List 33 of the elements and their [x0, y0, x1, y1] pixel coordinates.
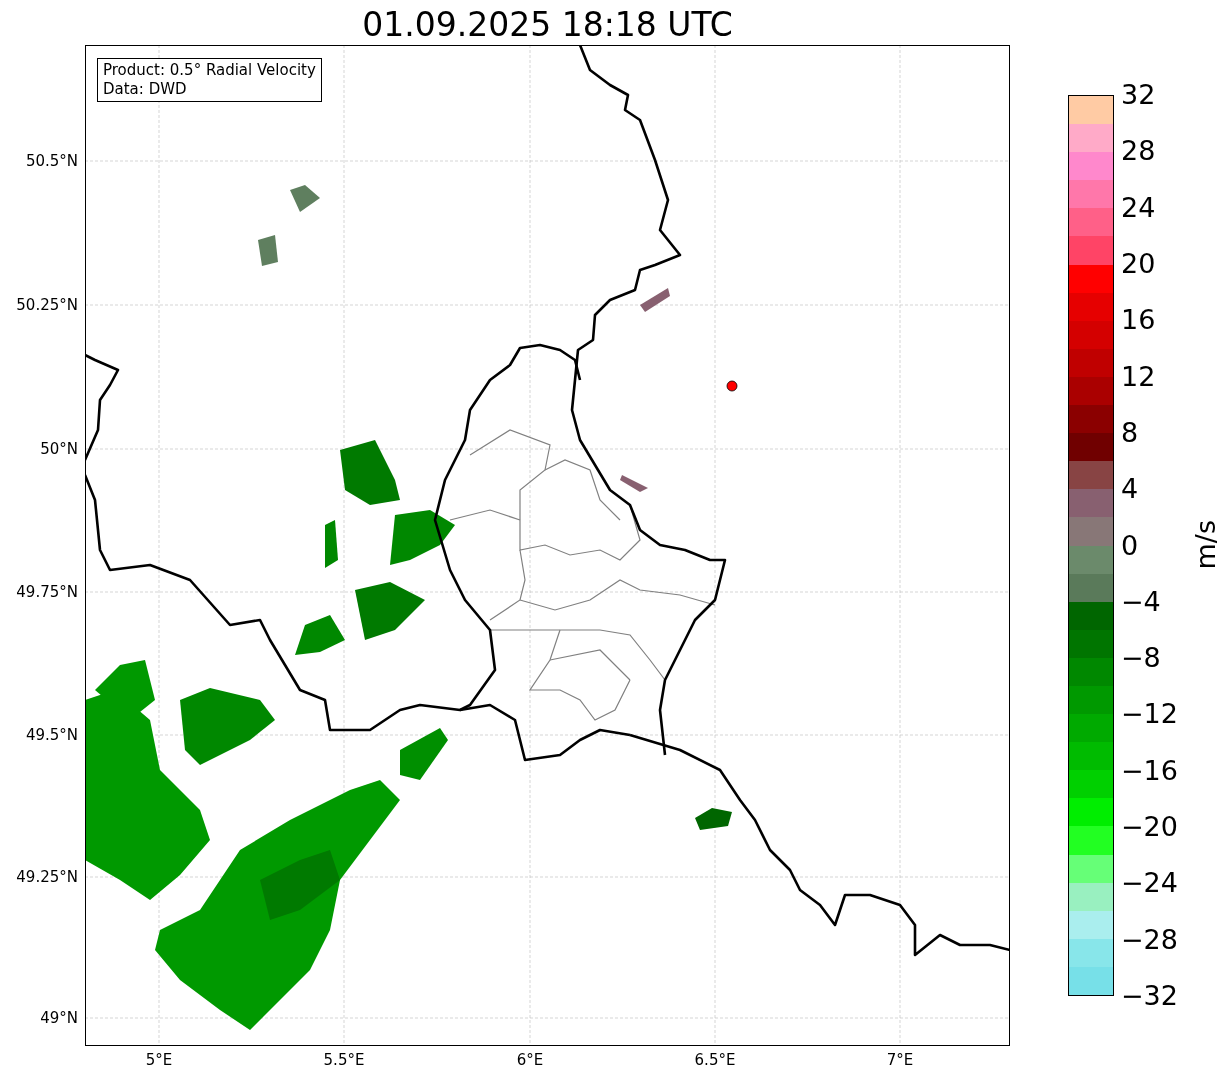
- colorbar-tick-label: −4: [1121, 585, 1161, 618]
- latitude-label: 49°N: [40, 1009, 78, 1027]
- info-text: Data: DWD: [103, 80, 188, 99]
- longitude-label: 6.5°E: [693, 1051, 737, 1069]
- latitude-label: 50.5°N: [25, 152, 78, 170]
- latitude-label: 49.5°N: [25, 726, 78, 744]
- longitude-label: 6°E: [515, 1051, 545, 1069]
- colorbar-tick-label: −24: [1121, 867, 1178, 900]
- colorbar-tick-label: 24: [1121, 191, 1156, 224]
- colorbar-tick-label: −28: [1121, 923, 1178, 956]
- colorbar-tick-label: 12: [1121, 360, 1156, 393]
- latitude-label: 49.75°N: [16, 583, 78, 601]
- latitude-label: 49.25°N: [16, 868, 78, 886]
- info-text: Product: 0.5° Radial Velocity: [103, 61, 316, 80]
- colorbar-tick-label: −8: [1121, 642, 1161, 675]
- colorbar-tick-label: 32: [1121, 79, 1156, 111]
- colorbar-unit-label: m/s: [1190, 520, 1222, 570]
- colorbar-tick-label: 20: [1121, 247, 1156, 280]
- colorbar-tick-label: −20: [1121, 811, 1178, 844]
- chart-title: 01.09.2025 18:18 UTC: [361, 4, 734, 46]
- colorbar-tick-label: −16: [1121, 754, 1178, 787]
- colorbar-tick-label: 28: [1121, 135, 1156, 168]
- colorbar-tick-label: 16: [1121, 304, 1156, 337]
- colorbar-tick-label: 8: [1121, 416, 1139, 449]
- colorbar-tick-label: 4: [1121, 473, 1139, 506]
- longitude-label: 7°E: [885, 1051, 915, 1069]
- latitude-label: 50°N: [40, 440, 78, 458]
- colorbar-tick-label: −12: [1121, 698, 1178, 731]
- colorbar-tick-label: −32: [1121, 980, 1178, 1012]
- longitude-label: 5°E: [144, 1051, 174, 1069]
- colorbar-tick-label: 0: [1121, 529, 1139, 562]
- longitude-label: 5.5°E: [322, 1051, 366, 1069]
- latitude-label: 50.25°N: [16, 296, 78, 314]
